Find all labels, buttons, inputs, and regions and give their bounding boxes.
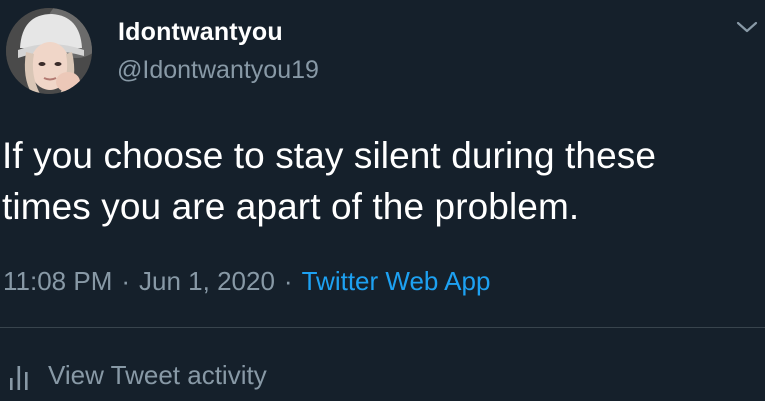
activity-label: View Tweet activity xyxy=(48,360,267,390)
avatar-image xyxy=(6,8,92,94)
display-name[interactable]: Idontwantyou xyxy=(118,16,283,48)
user-avatar[interactable] xyxy=(6,8,92,94)
chevron-down-icon[interactable] xyxy=(736,20,758,34)
bar-chart-icon xyxy=(10,366,28,390)
divider xyxy=(0,327,765,328)
tweet-text: If you choose to stay silent during thes… xyxy=(2,135,657,227)
view-tweet-activity-button[interactable]: View Tweet activity xyxy=(8,358,267,392)
tweet-source-link[interactable]: Twitter Web App xyxy=(302,266,491,296)
tweet-time[interactable]: 11:08 PM xyxy=(3,266,112,296)
meta-separator: · xyxy=(121,266,131,296)
tweet-date[interactable]: Jun 1, 2020 xyxy=(139,266,275,296)
user-handle[interactable]: @Idontwantyou19 xyxy=(117,54,319,86)
tweet-metadata: 11:08 PM · Jun 1, 2020 · Twitter Web App xyxy=(3,264,490,298)
meta-separator: · xyxy=(283,266,293,296)
tweet-card: Idontwantyou @Idontwantyou19 If you choo… xyxy=(0,0,765,401)
